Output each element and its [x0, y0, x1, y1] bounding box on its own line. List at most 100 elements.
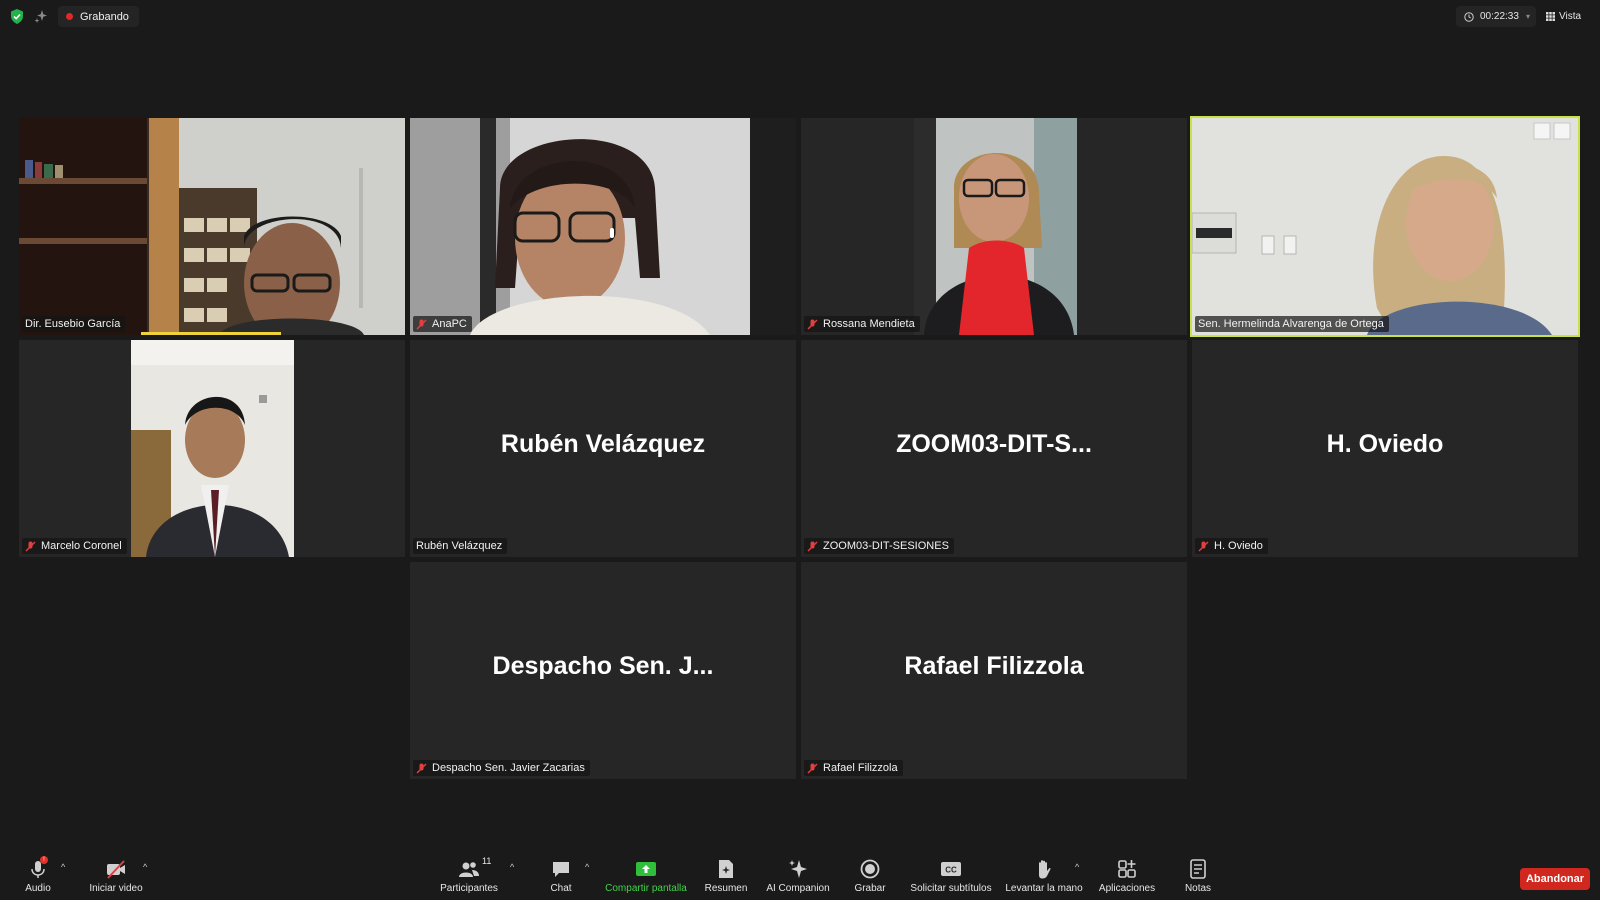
reactions-chevron-icon[interactable]: ^ [1075, 862, 1079, 872]
video-tile[interactable]: Marcelo Coronel [19, 340, 405, 557]
recording-dot-icon [66, 13, 73, 20]
speaking-indicator [141, 332, 281, 335]
participant-video [19, 118, 405, 335]
video-tile[interactable]: Despacho Sen. J... Despacho Sen. Javier … [410, 562, 796, 779]
record-button[interactable]: Grabar [852, 850, 888, 898]
participants-options-chevron-icon[interactable]: ^ [510, 862, 514, 872]
participant-display-name: Rubén Velázquez [500, 430, 706, 458]
participant-display-name: Rafael Filizzola [904, 652, 1084, 680]
recording-label: Grabando [80, 10, 129, 23]
shield-icon[interactable] [10, 9, 24, 24]
notes-icon [1190, 859, 1206, 879]
summary-document-icon [719, 860, 733, 878]
participant-name-label: H. Oviedo [1195, 538, 1268, 554]
request-captions-label: Solicitar subtítulos [910, 883, 992, 894]
participant-name-label: Sen. Hermelinda Alvarenga de Ortega [1195, 316, 1389, 332]
participant-name-label: AnaPC [413, 316, 472, 332]
mic-muted-icon [807, 541, 818, 551]
video-tile[interactable]: Rubén Velázquez Rubén Velázquez [410, 340, 796, 557]
video-tile-active-speaker[interactable]: Sen. Hermelinda Alvarenga de Ortega [1190, 116, 1580, 337]
participant-display-name: ZOOM03-DIT-S... [896, 430, 1092, 458]
participant-video [1192, 118, 1578, 335]
mic-muted-icon [1198, 541, 1209, 551]
participant-name-label: ZOOM03-DIT-SESIONES [804, 538, 954, 554]
participant-name: Sen. Hermelinda Alvarenga de Ortega [1198, 318, 1384, 330]
video-tile[interactable]: Rossana Mendieta [801, 118, 1187, 335]
view-label: Vista [1559, 11, 1582, 22]
chat-options-chevron-icon[interactable]: ^ [585, 862, 589, 872]
svg-text:CC: CC [945, 866, 957, 875]
leave-meeting-button[interactable]: Abandonar [1520, 868, 1590, 890]
audio-label: Audio [25, 883, 51, 894]
raise-hand-button[interactable]: Levantar la mano [1004, 850, 1084, 898]
participant-video [914, 118, 1077, 335]
video-tile[interactable]: Rafael Filizzola Rafael Filizzola [801, 562, 1187, 779]
participants-button[interactable]: Participantes [436, 850, 502, 898]
mic-muted-icon [807, 763, 818, 773]
participant-name: Dir. Eusebio García [25, 318, 121, 330]
participant-display-name: Despacho Sen. J... [492, 652, 714, 680]
video-off-icon [107, 860, 125, 879]
video-tile[interactable]: Dir. Eusebio García [19, 118, 405, 335]
audio-alert-badge: ! [40, 856, 48, 864]
apps-icon [1118, 860, 1136, 878]
top-bar: Grabando 00:22:33 ▾ Vista [0, 0, 1600, 34]
chat-button[interactable]: Chat [545, 850, 577, 898]
start-video-button[interactable]: Iniciar video [84, 850, 148, 898]
share-screen-label: Compartir pantalla [605, 883, 687, 894]
audio-options-chevron-icon[interactable]: ^ [61, 862, 65, 872]
participant-name-label: Dir. Eusebio García [22, 316, 126, 332]
participant-name: Rafael Filizzola [823, 762, 898, 774]
chat-icon [553, 862, 569, 877]
ai-companion-button[interactable]: AI Companion [762, 850, 834, 898]
participant-name: Rubén Velázquez [416, 540, 503, 552]
participant-name: Rossana Mendieta [823, 318, 915, 330]
participants-label: Participantes [440, 883, 498, 894]
participant-name-label: Marcelo Coronel [22, 538, 127, 554]
participant-name: ZOOM03-DIT-SESIONES [823, 540, 949, 552]
meeting-toolbar: Audio ! ^ Iniciar video ^ Participantes … [0, 850, 1600, 900]
clock-icon [1464, 11, 1474, 22]
grid-icon [1546, 12, 1555, 21]
video-tile[interactable]: H. Oviedo H. Oviedo [1192, 340, 1578, 557]
timer-value: 00:22:33 [1480, 11, 1519, 22]
mic-muted-icon [25, 541, 36, 551]
participant-name-label: Rubén Velázquez [413, 538, 508, 554]
record-icon [860, 859, 880, 879]
participants-count: 11 [482, 856, 492, 866]
mic-muted-icon [416, 319, 427, 329]
share-screen-button[interactable]: Compartir pantalla [601, 850, 691, 898]
participant-display-name: H. Oviedo [1326, 430, 1444, 458]
participant-name: AnaPC [432, 318, 467, 330]
video-tile[interactable]: AnaPC [410, 118, 796, 335]
participant-name: Marcelo Coronel [41, 540, 122, 552]
apps-button[interactable]: Aplicaciones [1094, 850, 1160, 898]
closed-captions-icon: CC [941, 862, 961, 876]
share-screen-icon [636, 862, 656, 876]
recording-indicator[interactable]: Grabando [58, 6, 139, 27]
meeting-timer[interactable]: 00:22:33 ▾ [1456, 6, 1536, 27]
participant-video [131, 340, 294, 557]
audio-button[interactable]: Audio [18, 850, 58, 898]
raise-hand-icon [1039, 860, 1051, 879]
video-options-chevron-icon[interactable]: ^ [143, 862, 147, 872]
chevron-down-icon: ▾ [1525, 12, 1530, 21]
participant-name-label: Despacho Sen. Javier Zacarias [413, 760, 590, 776]
mic-muted-icon [807, 319, 818, 329]
view-button[interactable]: Vista [1546, 6, 1594, 27]
participant-video [410, 118, 796, 335]
raise-hand-label: Levantar la mano [1005, 883, 1083, 894]
chat-label: Chat [550, 883, 572, 894]
participant-name-label: Rossana Mendieta [804, 316, 920, 332]
apps-label: Aplicaciones [1098, 883, 1156, 894]
participant-name: Despacho Sen. Javier Zacarias [432, 762, 585, 774]
summary-button[interactable]: Resumen [700, 850, 752, 898]
participants-icon [459, 862, 479, 877]
participant-name-label: Rafael Filizzola [804, 760, 903, 776]
participant-name: H. Oviedo [1214, 540, 1263, 552]
video-tile[interactable]: ZOOM03-DIT-S... ZOOM03-DIT-SESIONES [801, 340, 1187, 557]
request-captions-button[interactable]: CC Solicitar subtítulos [909, 850, 993, 898]
notes-button[interactable]: Notas [1180, 850, 1216, 898]
start-video-label: Iniciar video [89, 883, 143, 894]
ai-sparkle-icon[interactable] [34, 9, 48, 23]
